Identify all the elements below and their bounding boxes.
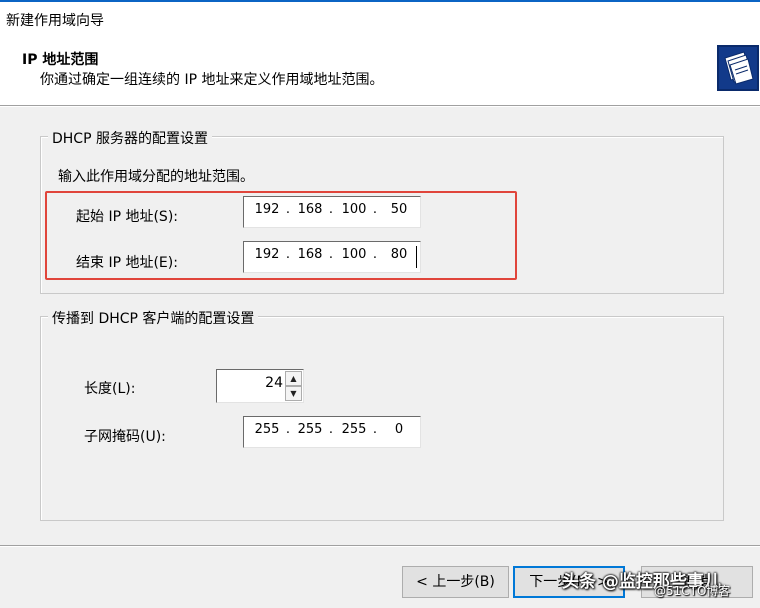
spin-down-icon[interactable]: ▼ [285, 386, 302, 401]
length-spinbox[interactable]: 24 ▲ ▼ [216, 369, 304, 403]
header-divider-highlight [0, 106, 760, 107]
length-value[interactable]: 24 [217, 375, 283, 391]
octet-separator: . [372, 422, 378, 437]
spin-up-icon[interactable]: ▲ [285, 371, 302, 386]
mask-octet-3[interactable]: 255 [337, 422, 371, 437]
mask-octet-2[interactable]: 255 [293, 422, 327, 437]
back-button[interactable]: < 上一步(B) [402, 566, 509, 598]
octet-separator: . [328, 422, 334, 437]
footer-divider-highlight [0, 546, 760, 547]
subnet-mask-label: 子网掩码(U): [84, 429, 166, 445]
window-title: 新建作用域向导 [6, 13, 104, 29]
mask-octet-1[interactable]: 255 [250, 422, 284, 437]
length-label: 长度(L): [84, 381, 136, 397]
watermark-subtext: @51CTO博客 [654, 584, 731, 598]
highlight-annotation-box [45, 191, 517, 280]
mask-octet-4[interactable]: 0 [382, 422, 416, 437]
server-config-legend: DHCP 服务器的配置设置 [48, 128, 212, 148]
title-bar: 新建作用域向导 [0, 0, 760, 38]
range-instruction: 输入此作用域分配的地址范围。 [58, 169, 254, 185]
octet-separator: . [285, 422, 291, 437]
subnet-mask-field[interactable]: 255 . 255 . 255 . 0 [243, 416, 421, 448]
page-title: IP 地址范围 [22, 52, 99, 68]
page-description: 你通过确定一组连续的 IP 地址来定义作用域地址范围。 [40, 72, 384, 88]
folder-files-icon [716, 44, 760, 92]
client-config-legend: 传播到 DHCP 客户端的配置设置 [48, 308, 259, 328]
wizard-header: IP 地址范围 你通过确定一组连续的 IP 地址来定义作用域地址范围。 [0, 38, 760, 105]
